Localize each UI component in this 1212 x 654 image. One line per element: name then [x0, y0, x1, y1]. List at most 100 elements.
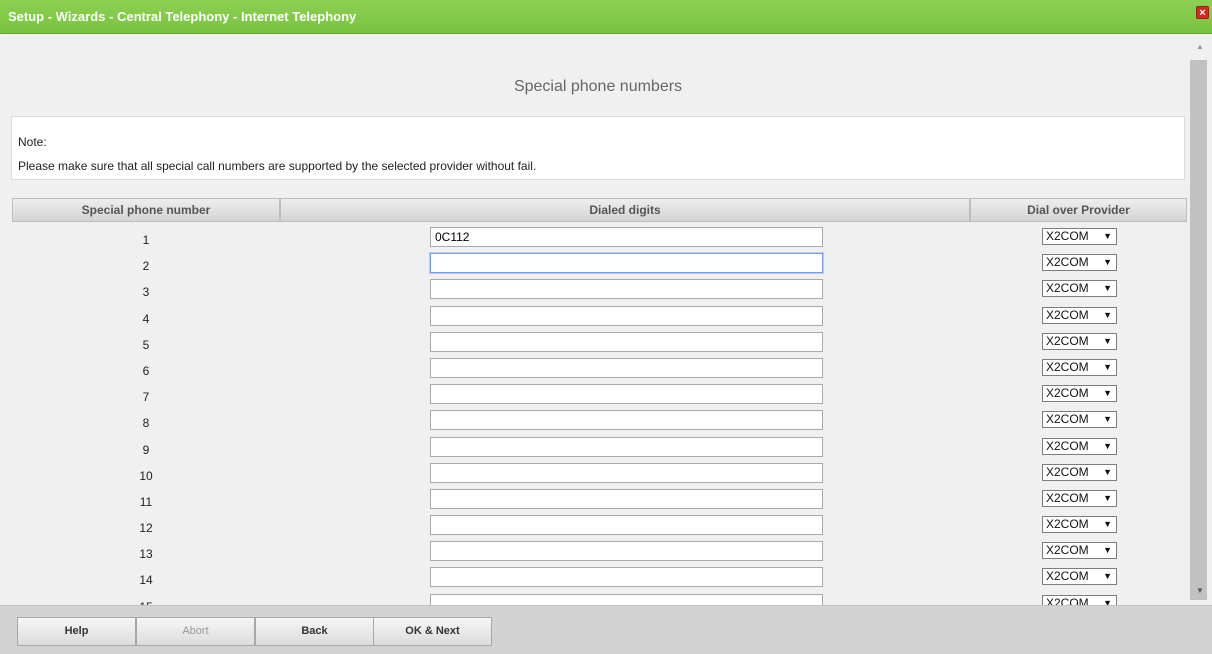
provider-select[interactable]: X2COM ▼	[1042, 542, 1117, 560]
provider-select[interactable]: X2COM ▼	[1042, 516, 1117, 534]
chevron-down-icon: ▼	[1103, 388, 1112, 399]
provider-select-value: X2COM	[1046, 307, 1089, 322]
table-row: 9 X2COM ▼	[12, 436, 1187, 462]
provider-select[interactable]: X2COM ▼	[1042, 594, 1117, 605]
table-row: 14 X2COM ▼	[12, 566, 1187, 592]
special-number-label: 11	[139, 494, 153, 509]
provider-select-value: X2COM	[1046, 569, 1089, 584]
chevron-down-icon: ▼	[1103, 257, 1112, 268]
column-header-special-number: Special phone number	[12, 198, 280, 222]
table-row: 12 X2COM ▼	[12, 514, 1187, 540]
provider-select[interactable]: X2COM ▼	[1042, 254, 1117, 272]
special-number-label: 12	[139, 521, 153, 536]
table-row: 10 X2COM ▼	[12, 462, 1187, 488]
table-row: 4 X2COM ▼	[12, 305, 1187, 331]
dialed-digits-input[interactable]	[430, 227, 823, 247]
dialed-digits-input[interactable]	[430, 331, 823, 352]
special-number-label: 2	[142, 259, 150, 274]
table-row: 3 X2COM ▼	[12, 278, 1187, 304]
chevron-down-icon: ▼	[1103, 335, 1112, 346]
dialed-digits-input[interactable]	[430, 515, 823, 536]
close-icon[interactable]: ×	[1196, 6, 1209, 19]
note-text: Please make sure that all special call n…	[18, 159, 537, 173]
provider-select[interactable]: X2COM ▼	[1042, 463, 1117, 481]
chevron-down-icon: ▼	[1103, 231, 1112, 241]
back-button[interactable]: Back	[255, 617, 374, 646]
special-number-label: 9	[142, 442, 150, 457]
special-number-label: 13	[139, 547, 153, 562]
dialed-digits-input[interactable]	[430, 305, 823, 326]
provider-select-value: X2COM	[1046, 464, 1089, 479]
special-number-label: 14	[139, 573, 153, 588]
scroll-thumb[interactable]	[1190, 60, 1207, 600]
provider-select[interactable]: X2COM ▼	[1042, 332, 1117, 350]
provider-select-value: X2COM	[1046, 333, 1089, 348]
chevron-down-icon: ▼	[1103, 283, 1112, 294]
special-number-label: 5	[142, 337, 150, 352]
chevron-down-icon: ▼	[1103, 519, 1112, 530]
chevron-down-icon: ▼	[1103, 309, 1112, 320]
footer-bar: Help Abort Back OK & Next	[0, 605, 1212, 654]
abort-button[interactable]: Abort	[136, 617, 255, 646]
chevron-down-icon: ▼	[1103, 492, 1112, 503]
provider-select-value: X2COM	[1046, 255, 1089, 270]
dialed-digits-input[interactable]	[430, 253, 823, 274]
provider-select[interactable]: X2COM ▼	[1042, 228, 1117, 245]
column-header-dialed-digits: Dialed digits	[280, 198, 970, 222]
scrollbar[interactable]: ▲ ▼	[1188, 34, 1212, 605]
scroll-up-icon[interactable]: ▲	[1188, 42, 1212, 54]
provider-select[interactable]: X2COM ▼	[1042, 568, 1117, 586]
provider-select[interactable]: X2COM ▼	[1042, 489, 1117, 507]
dialed-digits-input[interactable]	[430, 436, 823, 457]
page-title: Special phone numbers	[513, 78, 683, 95]
provider-select[interactable]: X2COM ▼	[1042, 280, 1117, 298]
provider-select[interactable]: X2COM ▼	[1042, 437, 1117, 455]
special-number-label: 6	[142, 363, 150, 378]
special-number-label: 3	[142, 285, 150, 300]
note-label: Note:	[18, 135, 47, 149]
dialed-digits-input[interactable]	[430, 357, 823, 378]
chevron-down-icon: ▼	[1103, 361, 1112, 372]
dialed-digits-input[interactable]	[430, 279, 823, 300]
table-row: 2 X2COM ▼	[12, 252, 1187, 278]
dialed-digits-input[interactable]	[430, 488, 823, 509]
provider-select-value: X2COM	[1046, 359, 1089, 374]
scroll-down-icon[interactable]: ▼	[1188, 586, 1212, 598]
provider-select-value: X2COM	[1046, 281, 1089, 296]
provider-select-value: X2COM	[1046, 229, 1089, 243]
provider-select[interactable]: X2COM ▼	[1042, 358, 1117, 376]
table-row: 15X2COM▼	[12, 593, 1187, 605]
dialed-digits-input[interactable]	[430, 567, 823, 588]
provider-select[interactable]: X2COM ▼	[1042, 306, 1117, 324]
provider-select-value: X2COM	[1046, 517, 1089, 532]
table-row: 13 X2COM ▼	[12, 540, 1187, 566]
table-row: 8 X2COM ▼	[12, 409, 1187, 435]
column-header-provider: Dial over Provider	[970, 198, 1187, 222]
table-row: 7 X2COM ▼	[12, 383, 1187, 409]
chevron-down-icon: ▼	[1103, 571, 1112, 582]
dialed-digits-input[interactable]	[430, 462, 823, 483]
dialed-digits-input[interactable]	[430, 384, 823, 405]
provider-select-value: X2COM	[1046, 438, 1089, 453]
note-box: Note: Please make sure that all special …	[11, 116, 1185, 180]
help-button[interactable]: Help	[17, 617, 136, 646]
dialed-digits-input[interactable]	[430, 410, 823, 431]
special-number-label: 10	[139, 468, 153, 483]
special-number-label: 8	[142, 416, 150, 431]
table-row: 5 X2COM ▼	[12, 331, 1187, 357]
special-number-label: 1	[142, 233, 150, 247]
table-row: 1 X2COM ▼	[12, 226, 1187, 252]
dialed-digits-input[interactable]	[430, 541, 823, 562]
table-row: 6 X2COM ▼	[12, 357, 1187, 383]
provider-select[interactable]: X2COM ▼	[1042, 411, 1117, 429]
title-bar: Setup - Wizards - Central Telephony - In…	[0, 0, 1212, 34]
table-body: 1 X2COM ▼ 2 X2COM ▼ 3 X2COM ▼ 4 X2COM ▼ 5 X2COM ▼ 6 X2CO…	[12, 226, 1187, 605]
dialed-digits-input[interactable]	[430, 593, 823, 605]
provider-select[interactable]: X2COM ▼	[1042, 385, 1117, 403]
provider-select-value: X2COM	[1046, 386, 1089, 401]
main-content: Special phone numbers Note: Please make …	[8, 34, 1188, 605]
chevron-down-icon: ▼	[1103, 597, 1112, 605]
table-header: Special phone number Dialed digits Dial …	[12, 198, 1187, 222]
provider-select-value: X2COM	[1046, 412, 1089, 427]
ok-next-button[interactable]: OK & Next	[373, 617, 492, 646]
